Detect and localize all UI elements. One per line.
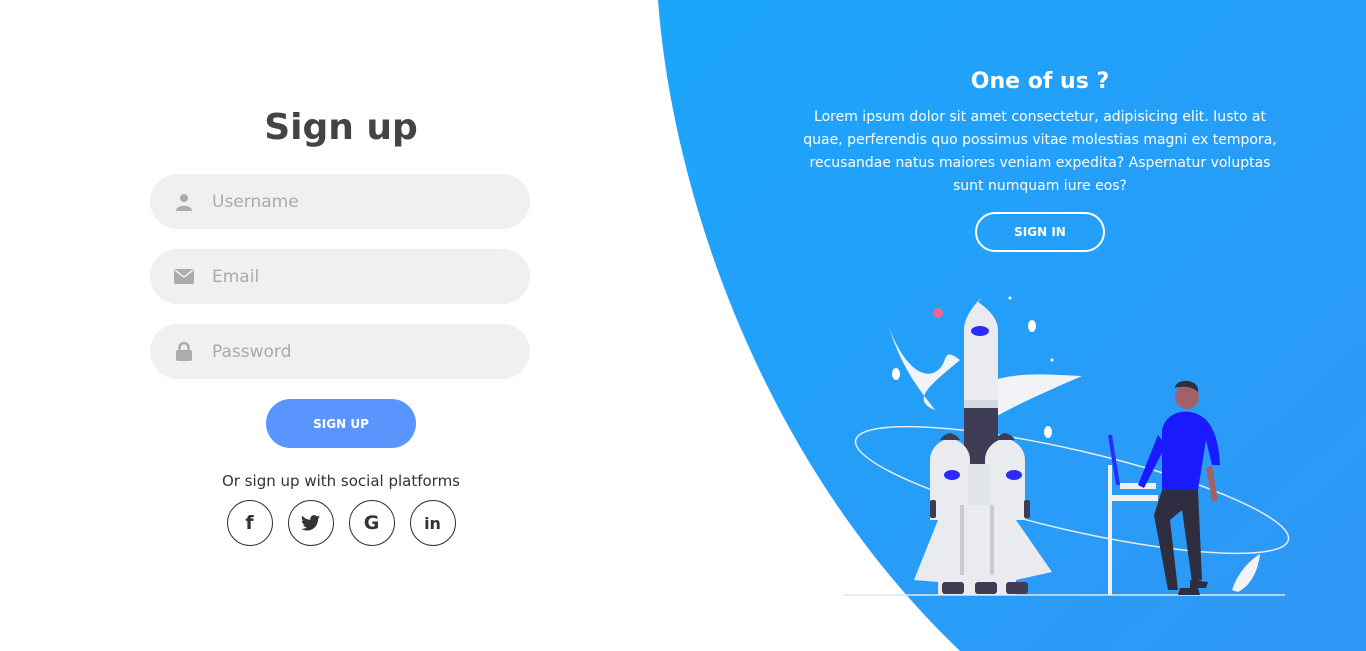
username-input[interactable] [212, 181, 502, 222]
sign-up-button[interactable]: SIGN UP [266, 399, 416, 448]
facebook-icon: f [245, 512, 254, 534]
sign-up-page: Sign up SIGN UP Or sign up with social p… [0, 0, 1366, 651]
linkedin-button[interactable]: in [409, 500, 456, 546]
username-field[interactable] [150, 174, 530, 229]
panel-text: Lorem ipsum dolor sit amet consectetur, … [803, 109, 1277, 194]
email-input[interactable] [212, 256, 502, 297]
sign-up-title: Sign up [264, 107, 418, 148]
email-field[interactable] [150, 249, 530, 304]
twitter-icon [301, 515, 320, 531]
password-input[interactable] [212, 331, 502, 372]
user-icon [150, 174, 212, 229]
google-icon: G [363, 512, 380, 534]
facebook-button[interactable]: f [226, 500, 273, 546]
linkedin-icon: in [424, 513, 441, 533]
sign-in-button[interactable]: SIGN IN [975, 212, 1105, 252]
password-field[interactable] [150, 324, 530, 379]
lock-icon [150, 324, 212, 379]
rocket-illustration [843, 296, 1290, 596]
social-text: Or sign up with social platforms [222, 472, 460, 490]
panel-content: One of us ? Lorem ipsum dolor sit amet c… [790, 64, 1290, 252]
sign-up-form: Sign up SIGN UP Or sign up with social p… [150, 100, 532, 546]
envelope-icon [150, 249, 212, 304]
social-media-row: f G in [150, 500, 532, 546]
google-button[interactable]: G [348, 500, 395, 546]
panel-title: One of us ? [970, 69, 1110, 94]
twitter-button[interactable] [287, 500, 334, 546]
